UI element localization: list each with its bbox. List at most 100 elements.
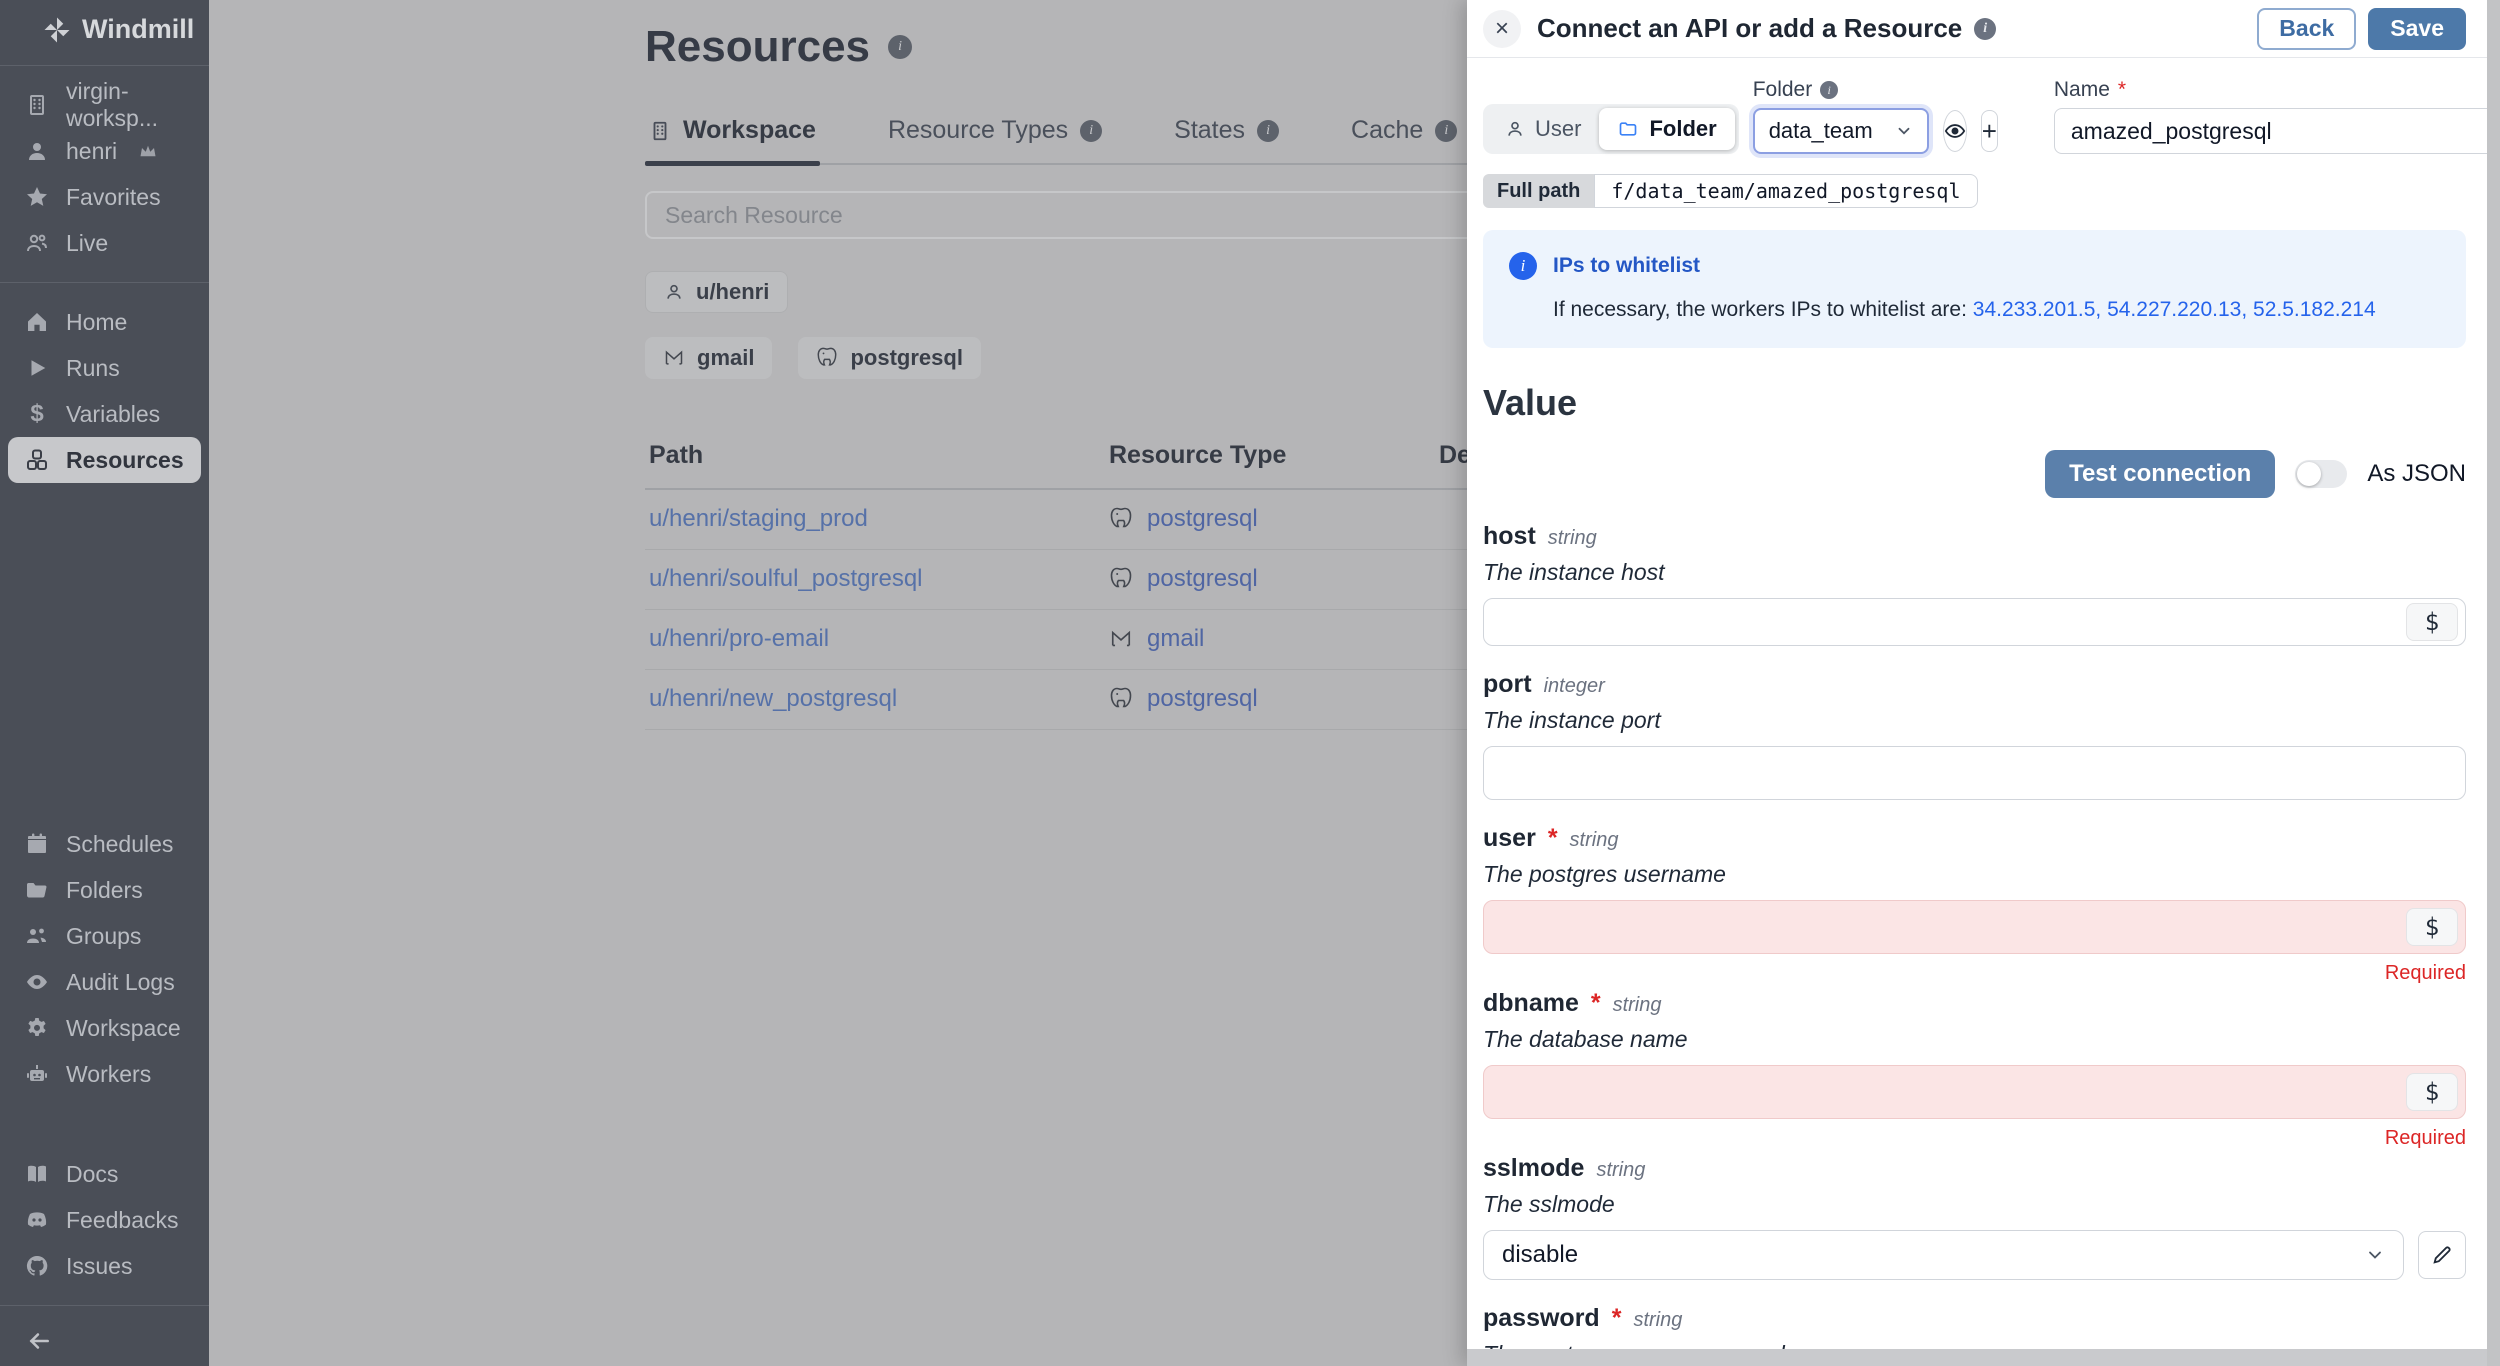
field-type: integer	[1543, 675, 1605, 697]
user-input[interactable]	[1483, 900, 2466, 954]
type-filter-gmail[interactable]: gmail	[645, 337, 773, 379]
tab-info-icon: i	[1080, 119, 1103, 142]
issues-label: Issues	[66, 1252, 133, 1279]
resource-type-link[interactable]: postgresql	[1109, 565, 1431, 593]
divider	[0, 282, 209, 283]
resources-label: Resources	[66, 446, 184, 473]
field-user: user * string The postgres username $ Req…	[1483, 824, 2466, 985]
table-row[interactable]: u/henri/soulful_postgresql postgresql	[645, 549, 1467, 610]
add-folder-button[interactable]: +	[1980, 110, 1998, 152]
sidebar-item-schedules[interactable]: Schedules	[8, 821, 201, 867]
resource-path-link[interactable]: u/henri/pro-email	[649, 625, 829, 652]
collapse-sidebar-button[interactable]	[0, 1312, 209, 1354]
tab-states[interactable]: States i	[1170, 116, 1283, 163]
resource-path-link[interactable]: u/henri/staging_prod	[649, 505, 868, 532]
person-icon	[1505, 119, 1525, 139]
postgresql-icon	[1109, 566, 1133, 592]
save-button[interactable]: Save	[2368, 7, 2466, 50]
insert-variable-button[interactable]: $	[2406, 908, 2458, 946]
resource-type-link[interactable]: postgresql	[1109, 505, 1431, 533]
back-button[interactable]: Back	[2257, 7, 2357, 50]
view-folder-button[interactable]	[1942, 110, 1967, 152]
user-group-icon	[24, 924, 50, 948]
resource-path-link[interactable]: u/henri/soulful_postgresql	[649, 565, 923, 592]
table-row[interactable]: u/henri/new_postgresql postgresql	[645, 669, 1467, 730]
vertical-scrollbar[interactable]	[2487, 0, 2500, 1366]
sidebar-item-feedbacks[interactable]: Feedbacks	[8, 1197, 201, 1243]
brand-label: Windmill	[82, 14, 195, 44]
sidebar-item-issues[interactable]: Issues	[8, 1243, 201, 1289]
windmill-logo[interactable]: Windmill	[0, 0, 209, 59]
sidebar-item-variables[interactable]: $ Variables	[8, 391, 201, 437]
field-description: The sslmode	[1483, 1191, 1615, 1217]
search-input[interactable]	[665, 201, 1467, 229]
value-heading: Value	[1483, 382, 1578, 423]
person-icon	[24, 139, 50, 163]
postgresql-icon	[816, 346, 838, 370]
tab-workspace[interactable]: Workspace	[645, 116, 820, 166]
pencil-icon	[2431, 1244, 2453, 1266]
sidebar-item-docs[interactable]: Docs	[8, 1151, 201, 1197]
drawer-title-info-icon: i	[1974, 17, 1997, 40]
favorites-label: Favorites	[66, 183, 161, 210]
add-resource-drawer: × Connect an API or add a Resource i Bac…	[1467, 0, 2500, 1366]
sslmode-select[interactable]: disable	[1483, 1230, 2404, 1280]
horizontal-scrollbar[interactable]	[1467, 1349, 2487, 1366]
arrow-left-icon	[24, 1328, 209, 1354]
sidebar-item-resources[interactable]: Resources	[8, 437, 201, 483]
tab-resource-types[interactable]: Resource Types i	[884, 116, 1106, 163]
ips-panel-title: IPs to whitelist	[1553, 254, 1701, 277]
sidebar-item-workers[interactable]: Workers	[8, 1051, 201, 1097]
tab-cache[interactable]: Cache i	[1347, 116, 1461, 163]
sidebar-item-home[interactable]: Home	[8, 299, 201, 345]
name-input[interactable]	[2053, 108, 2500, 154]
sidebar-item-user[interactable]: henri	[8, 128, 201, 174]
resource-type-link[interactable]: gmail	[1109, 625, 1431, 653]
type-filter-postgresql[interactable]: postgresql	[798, 337, 981, 379]
ips-list[interactable]: 34.233.201.5, 54.227.220.13, 52.5.182.21…	[1973, 298, 2376, 321]
table-row[interactable]: u/henri/pro-email gmail	[645, 609, 1467, 670]
host-input[interactable]	[1483, 598, 2466, 646]
close-drawer-button[interactable]: ×	[1483, 9, 1521, 48]
dbname-input[interactable]	[1483, 1065, 2466, 1119]
as-json-toggle[interactable]	[2295, 460, 2348, 488]
edit-sslmode-button[interactable]	[2418, 1231, 2466, 1279]
sidebar-item-groups[interactable]: Groups	[8, 913, 201, 959]
owner-kind-user[interactable]: User	[1487, 108, 1599, 150]
insert-variable-button[interactable]: $	[2406, 603, 2458, 641]
insert-variable-button[interactable]: $	[2406, 1073, 2458, 1111]
sidebar-item-workspace-switcher[interactable]: virgin-worksp...	[8, 78, 201, 131]
owner-filter-chip[interactable]: u/henri	[645, 271, 789, 313]
divider	[0, 65, 209, 66]
page-title: Resources	[645, 22, 871, 71]
table-row[interactable]: u/henri/staging_prod postgresql	[645, 489, 1467, 550]
port-input[interactable]	[1483, 746, 2466, 800]
required-star: *	[2117, 78, 2127, 101]
test-connection-button[interactable]: Test connection	[2045, 450, 2276, 498]
resource-type-link[interactable]: postgresql	[1109, 685, 1431, 713]
sidebar-item-runs[interactable]: Runs	[8, 345, 201, 391]
owner-kind-folder[interactable]: Folder	[1599, 108, 1735, 150]
sidebar-item-audit-logs[interactable]: Audit Logs	[8, 959, 201, 1005]
folder-icon	[1617, 119, 1639, 139]
folder-info-icon: i	[1820, 81, 1839, 99]
sidebar-item-workspace-settings[interactable]: Workspace	[8, 1005, 201, 1051]
field-type: string	[1569, 829, 1619, 851]
page-info-icon[interactable]: i	[888, 35, 913, 59]
resources-table: Path Resource Type Description u/henri/s…	[645, 431, 1467, 730]
eye-icon	[1944, 120, 1966, 142]
folder-select[interactable]: data_team	[1752, 108, 1929, 154]
sidebar-item-favorites[interactable]: Favorites	[8, 174, 201, 220]
resource-path-link[interactable]: u/henri/new_postgresql	[649, 685, 897, 712]
sidebar-item-live[interactable]: Live	[8, 220, 201, 266]
field-name: host	[1483, 522, 1536, 550]
folder-label: Folder	[1752, 78, 1813, 101]
field-type: string	[1633, 1309, 1683, 1331]
building-icon	[649, 120, 671, 142]
required-star: *	[1547, 824, 1558, 852]
full-path-badge: Full path	[1483, 174, 1595, 208]
crown-icon	[139, 144, 157, 158]
type-filter-label: gmail	[697, 345, 755, 370]
sidebar-item-folders[interactable]: Folders	[8, 867, 201, 913]
required-note: Required	[2384, 962, 2466, 984]
